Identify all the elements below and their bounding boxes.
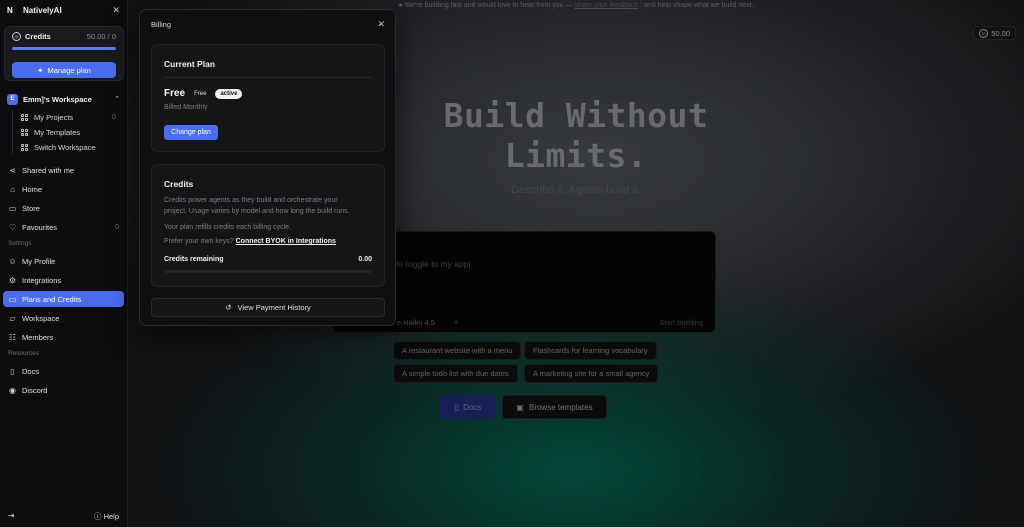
nav-docs[interactable]: ▯ Docs [3, 363, 124, 379]
close-sidebar-icon[interactable]: ✕ [112, 6, 120, 15]
nav-label: Integrations [22, 275, 62, 285]
section-settings-label: Settings [8, 240, 32, 247]
nav-label: Discord [22, 385, 48, 395]
nav-label: Home [22, 184, 43, 194]
credits-progress [12, 47, 116, 50]
help-icon: ⓘ [93, 512, 102, 521]
credits-desc: Credits power agents as they build and o… [164, 195, 350, 217]
logout-icon[interactable]: ⇥ [8, 511, 14, 522]
user-icon: ☺ [8, 256, 17, 266]
workspace-item-my-projects[interactable]: My Projects 0 [13, 110, 116, 125]
billing-cycle: Billed Monthly [164, 104, 208, 111]
credits-remaining-row: Credits remaining 0.00 [164, 256, 372, 263]
nav-label: Shared with me [22, 165, 75, 175]
store-icon: ▭ [8, 203, 17, 213]
billing-modal: Billing ✕ Current Plan Free Free active … [139, 9, 396, 326]
workspace-name: Emm]'s Workspace [23, 94, 92, 104]
nav-integrations[interactable]: ⚙ Integrations [3, 272, 124, 288]
credits-desc-line-2: project. Usage varies by model and how l… [164, 208, 350, 215]
discord-icon: ◉ [9, 385, 16, 395]
byok-prefix: Prefer your own keys? [164, 238, 234, 245]
nav-store[interactable]: ▭ Store [3, 200, 124, 216]
history-label: View Payment History [237, 303, 311, 312]
current-plan-card: Current Plan Free Free active Billed Mon… [151, 44, 385, 152]
coin-icon: ◎ [12, 32, 21, 41]
help-button[interactable]: ⓘ Help [94, 511, 119, 522]
credits-card: ◎ Credits 50.00 / 0 ✦ Manage plan [4, 26, 124, 81]
divider [164, 77, 372, 78]
plan-row: Free Free active [164, 88, 243, 99]
share-icon: ⋖ [9, 165, 16, 175]
credits-progress-fill [12, 47, 116, 50]
folder-icon: ▱ [9, 313, 16, 323]
workspace-item-count: 0 [112, 114, 116, 121]
workspace-item-my-templates[interactable]: My Templates [13, 125, 116, 140]
credits-remaining-label: Credits remaining [164, 256, 224, 263]
plug-icon: ⚙ [8, 275, 17, 285]
modal-title: Billing [151, 20, 172, 29]
grid-icon [21, 114, 28, 121]
workspace-avatar: E [7, 93, 18, 105]
credits-remaining-value: 0.00 [358, 256, 372, 263]
plan-tag: Free [194, 90, 207, 97]
status-badge: active [215, 88, 243, 99]
nav-label: My Profile [22, 256, 56, 266]
view-payment-history-button[interactable]: ↺ View Payment History [151, 298, 385, 317]
credits-refill-note: Your plan refills credits each billing c… [164, 224, 291, 231]
manage-plan-button[interactable]: ✦ Manage plan [12, 62, 116, 78]
close-modal-icon[interactable]: ✕ [377, 19, 385, 30]
sidebar: N NativelyAI ✕ ◎ Credits 50.00 / 0 ✦ Mana… [0, 0, 128, 527]
nav-label: Store [22, 203, 40, 213]
nav-label: Favourites [22, 222, 58, 232]
credits-label: Credits [25, 32, 51, 41]
nav-my-profile[interactable]: ☺ My Profile [3, 253, 124, 269]
current-plan-heading: Current Plan [164, 59, 216, 69]
home-icon: ⌂ [10, 184, 15, 194]
chevron-up-icon: ⌃ [114, 96, 120, 103]
nav-members[interactable]: ☷ Members [3, 329, 124, 345]
byok-note: Prefer your own keys? Connect BYOK in In… [164, 238, 336, 245]
nav-shared-with-me[interactable]: ⋖ Shared with me [3, 162, 124, 178]
help-label: Help [103, 512, 119, 521]
history-icon: ↺ [225, 303, 232, 312]
nav-favourites[interactable]: ♡ Favourites 0 [3, 219, 124, 235]
nav-label: Plans and Credits [22, 294, 82, 304]
nav-discord[interactable]: ◉ Discord [3, 382, 124, 398]
credits-value: 50.00 / 0 [86, 32, 116, 41]
natively-logo-icon: N [7, 5, 13, 15]
plan-name: Free [164, 88, 186, 99]
users-icon: ☷ [8, 332, 17, 342]
nav-home[interactable]: ⌂ Home [3, 181, 124, 197]
section-resources-label: Resources [8, 350, 40, 357]
credits-remaining-bar [164, 270, 372, 273]
sidebar-footer: ⇥ ⓘ Help [8, 511, 119, 522]
workspace-item-label: My Projects [34, 113, 74, 122]
workspace-item-label: My Templates [34, 128, 81, 137]
manage-plan-label: Manage plan [47, 65, 91, 75]
app-name: NativelyAI [23, 6, 62, 15]
nav-label: Workspace [22, 313, 60, 323]
workspace-switcher[interactable]: E Emm]'s Workspace ⌃ [7, 93, 120, 105]
nav-label: Docs [22, 366, 40, 376]
nav-count: 0 [115, 223, 119, 231]
sparkle-icon: ✦ [37, 65, 44, 75]
credits-info-card: Credits Credits power agents as they bui… [151, 164, 385, 287]
change-plan-button[interactable]: Change plan [164, 125, 218, 140]
workspace-item-switch-workspace[interactable]: Switch Workspace [13, 140, 116, 155]
workspace-menu: My Projects 0 My Templates Switch Worksp… [12, 110, 116, 155]
book-icon: ▯ [10, 366, 15, 376]
credits-heading: Credits [164, 179, 194, 189]
switch-icon [21, 144, 28, 151]
workspace-item-label: Switch Workspace [34, 143, 96, 152]
heart-icon: ♡ [8, 222, 17, 232]
credits-desc-line-1: Credits power agents as they build and o… [164, 197, 338, 204]
grid-icon [21, 129, 28, 136]
card-icon: ▭ [8, 294, 17, 304]
nav-label: Members [22, 332, 54, 342]
brand[interactable]: N NativelyAI [7, 6, 62, 15]
byok-link[interactable]: Connect BYOK in Integrations [236, 238, 336, 245]
nav-plans-and-credits[interactable]: ▭ Plans and Credits [3, 291, 124, 307]
nav-workspace[interactable]: ▱ Workspace [3, 310, 124, 326]
